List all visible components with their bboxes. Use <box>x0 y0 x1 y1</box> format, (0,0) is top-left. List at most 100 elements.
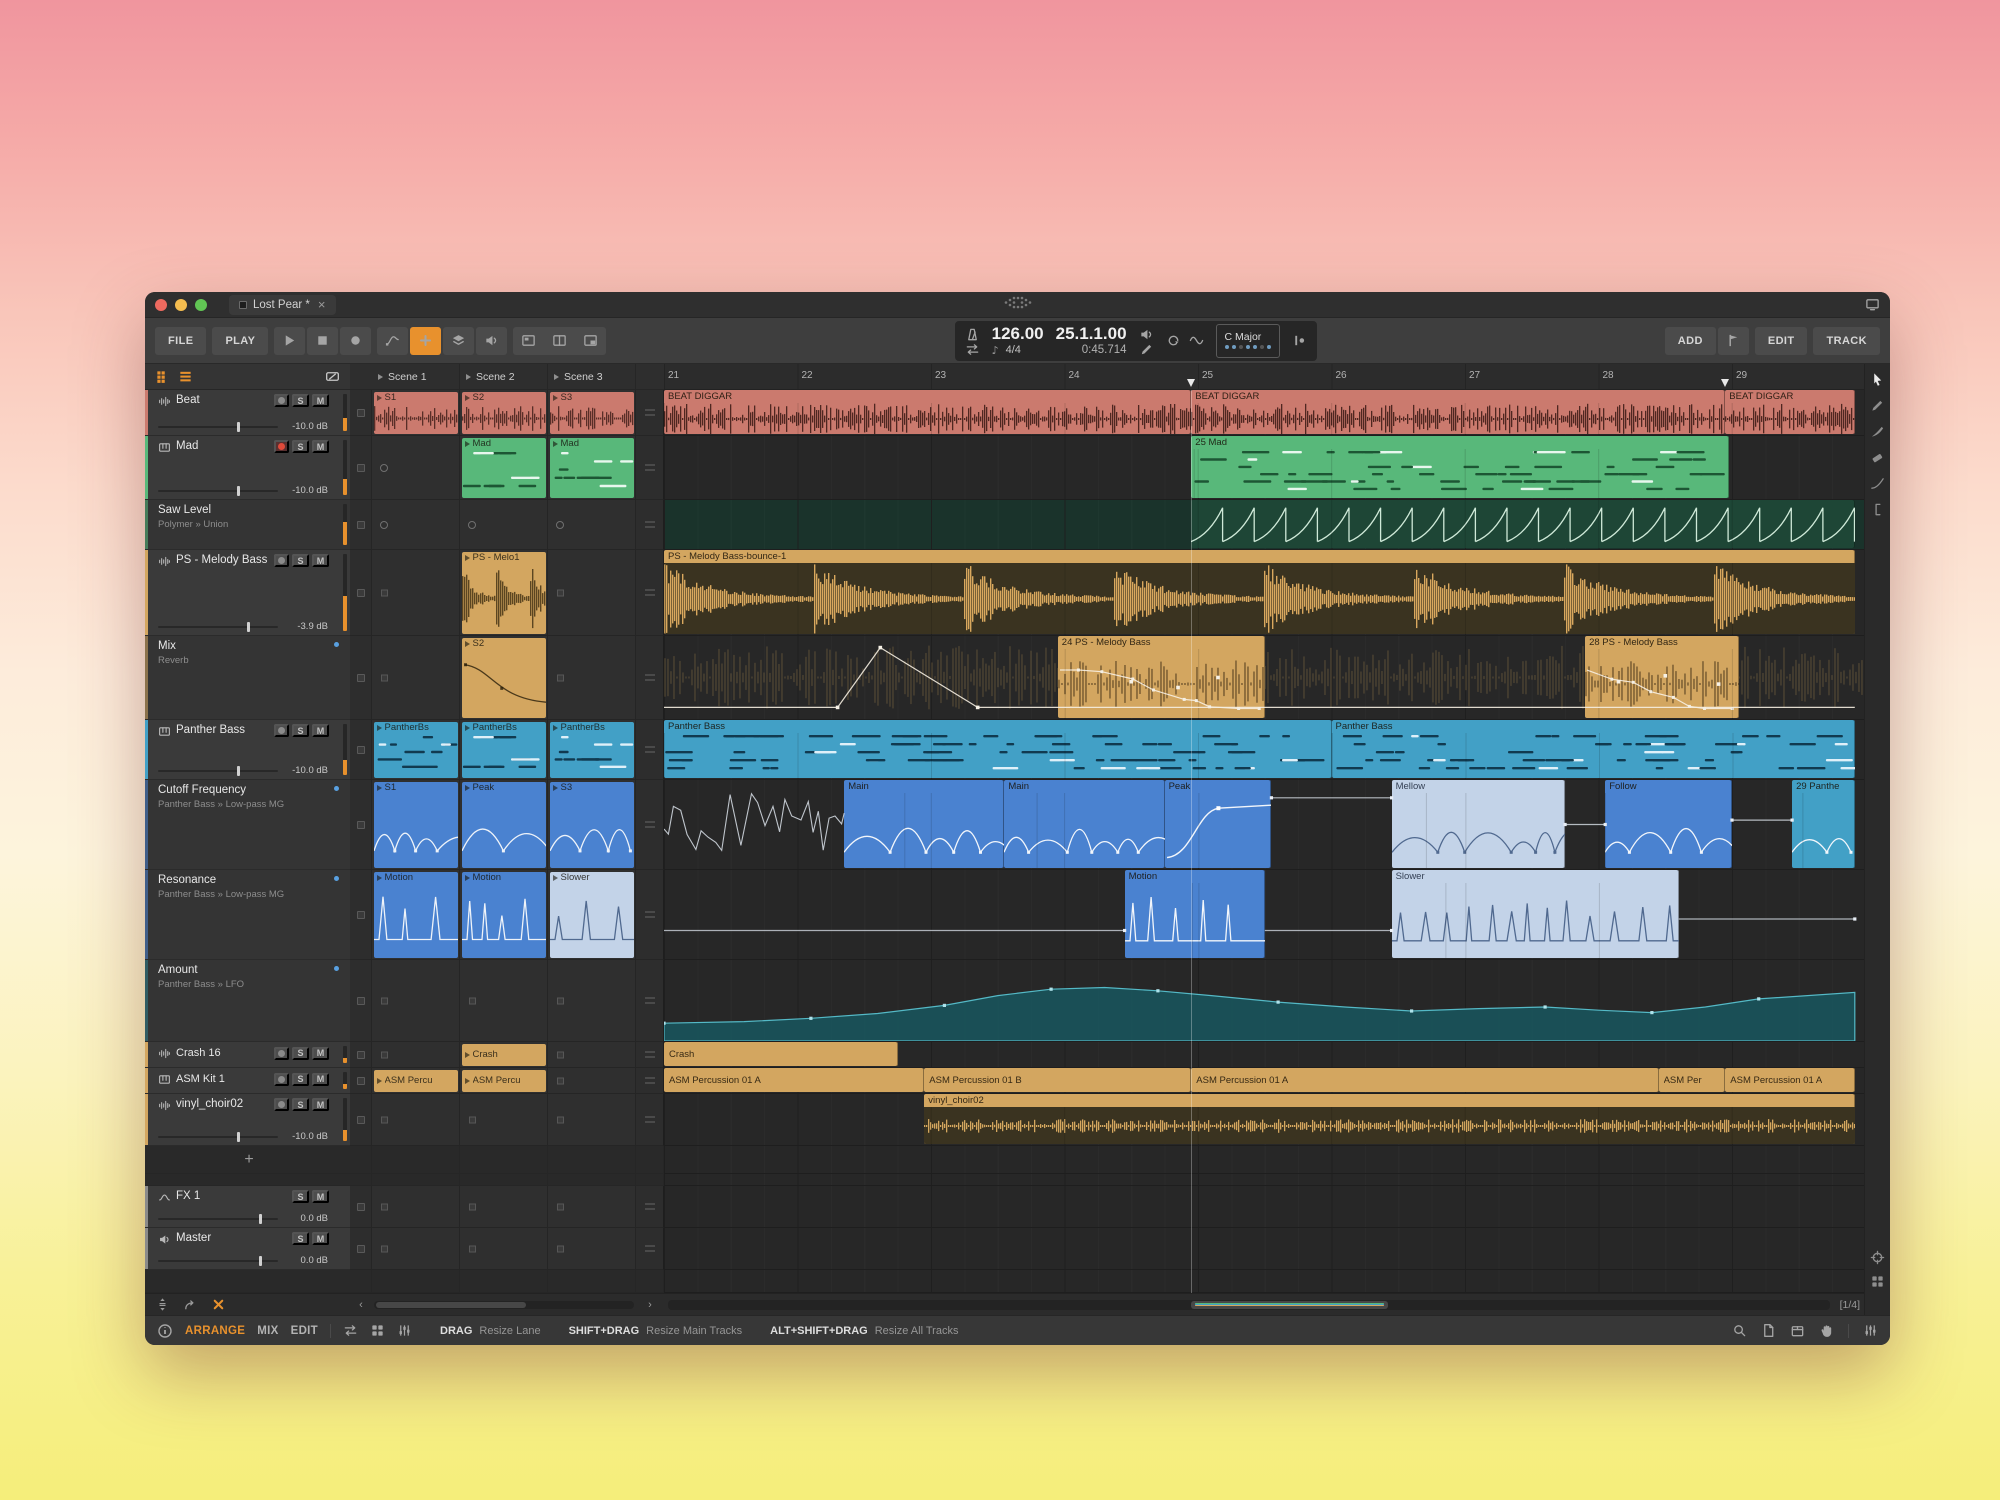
pip-view-button[interactable] <box>575 327 606 355</box>
arranger-clip-28-ps-melody-bass[interactable]: 28 PS - Melody Bass <box>1585 636 1739 718</box>
clip-slot[interactable] <box>372 1042 460 1068</box>
tab-mix[interactable]: MIX <box>257 1325 278 1337</box>
launcher-clip-mad[interactable]: Mad <box>550 438 634 498</box>
clip-slot[interactable] <box>372 960 460 1042</box>
clip-slot[interactable] <box>548 550 636 636</box>
clip-play-icon[interactable] <box>465 1052 470 1058</box>
scene-play-icon[interactable] <box>378 374 383 380</box>
layers-button[interactable] <box>443 327 474 355</box>
launcher-clip-s3[interactable]: S3 <box>550 392 634 434</box>
hand-icon[interactable] <box>1819 1323 1834 1338</box>
track-header-crash-16[interactable]: Crash 16SM <box>145 1042 350 1068</box>
stop-button[interactable] <box>307 327 338 355</box>
track-header-resonance[interactable]: ResonancePanther Bass » Low-pass MG <box>145 870 350 960</box>
scene-header-3[interactable]: Scene 3 <box>548 364 636 390</box>
arm-button[interactable] <box>274 440 289 453</box>
speaker-icon[interactable] <box>1139 327 1154 342</box>
arranger-clip-saw-level[interactable] <box>1191 500 1855 548</box>
solo-button[interactable]: S <box>292 1073 309 1086</box>
arranger-lane-crash-16[interactable]: Crash <box>664 1042 1864 1068</box>
automation-curve-button[interactable] <box>377 327 408 355</box>
clip-slot[interactable] <box>460 500 548 550</box>
volume-slider[interactable] <box>158 490 278 492</box>
arm-button[interactable] <box>274 1047 289 1060</box>
shuffle-icon[interactable] <box>965 342 980 357</box>
mute-button[interactable]: M <box>312 440 329 453</box>
arranger-lane-asm-kit-1[interactable]: ASM Percussion 01 AASM Percussion 01 BAS… <box>664 1068 1864 1094</box>
launcher-clip-s3[interactable]: S3 <box>550 782 634 868</box>
stop-clips-button[interactable] <box>357 1245 365 1253</box>
volume-slider[interactable] <box>158 626 278 628</box>
mute-button[interactable]: M <box>312 1098 329 1111</box>
count-in-icon[interactable] <box>1292 333 1307 348</box>
volume-slider[interactable] <box>158 1260 278 1262</box>
arm-button[interactable] <box>274 394 289 407</box>
track-header-add[interactable]: + <box>145 1146 350 1174</box>
scene-scrollbar-thumb[interactable] <box>376 1302 526 1308</box>
shuffle-icon[interactable] <box>343 1323 358 1338</box>
play-button[interactable] <box>274 327 305 355</box>
arm-button[interactable] <box>274 1073 289 1086</box>
clip-play-icon[interactable] <box>553 395 558 401</box>
position-display[interactable]: 25.1.1.00 0:45.714 <box>1056 324 1127 358</box>
arranger-lane-amount[interactable] <box>664 960 1864 1042</box>
maximize-window-button[interactable] <box>195 299 207 311</box>
key-display[interactable]: C Major <box>1216 324 1280 358</box>
launcher-clip-asm-percu[interactable]: ASM Percu <box>374 1070 458 1092</box>
volume-handle[interactable] <box>247 622 250 632</box>
mixer-icon[interactable] <box>1863 1323 1878 1338</box>
clip-play-icon[interactable] <box>553 441 558 447</box>
arranger-clip-vinyl-choir02[interactable]: vinyl_choir02 <box>924 1094 1855 1144</box>
stop-clips-button[interactable] <box>357 521 365 529</box>
track-header-amount[interactable]: AmountPanther Bass » LFO <box>145 960 350 1042</box>
tempo-display[interactable]: 126.00 ♪ 4/4 <box>992 324 1044 358</box>
launcher-clip-s2[interactable]: S2 <box>462 638 546 718</box>
clip-slot[interactable] <box>372 500 460 550</box>
add-button[interactable]: ADD <box>1665 327 1716 355</box>
scene-scroll-left[interactable]: ‹ <box>350 1299 372 1311</box>
pencil-icon[interactable] <box>1139 342 1154 357</box>
search-icon[interactable] <box>1732 1323 1747 1338</box>
track-header-spacer[interactable] <box>145 1174 350 1186</box>
project-tab[interactable]: Lost Pear * × <box>229 295 336 315</box>
arranger-lane-cutoff-frequency[interactable]: MainMainPeakMellowFollow29 Panthe <box>664 780 1864 870</box>
clip-play-icon[interactable] <box>465 1078 470 1084</box>
stop-clips-cell[interactable] <box>350 720 372 780</box>
track-header-asm-kit-1[interactable]: ASM Kit 1SM <box>145 1068 350 1094</box>
tab-arrange[interactable]: ARRANGE <box>185 1325 245 1337</box>
arranger-clip-asm-percussion-01-a[interactable]: ASM Percussion 01 A <box>1725 1068 1855 1092</box>
launcher-clip-mad[interactable]: Mad <box>462 438 546 498</box>
add-track-button[interactable]: + <box>244 1152 253 1168</box>
arranger-clip-slower[interactable]: Slower <box>1392 870 1679 958</box>
volume-slider[interactable] <box>158 770 278 772</box>
stop-clips-button[interactable] <box>357 1116 365 1124</box>
tempo-value[interactable]: 126.00 <box>992 325 1044 342</box>
arranger-clip-asm-percussion-01-a[interactable]: ASM Percussion 01 A <box>664 1068 924 1092</box>
track-header-fx-1[interactable]: FX 1SM0.0 dB <box>145 1186 350 1228</box>
time-value[interactable]: 0:45.714 <box>1082 344 1127 356</box>
solo-button[interactable]: S <box>292 394 309 407</box>
position-value[interactable]: 25.1.1.00 <box>1056 325 1127 342</box>
clip-slot[interactable] <box>548 500 636 550</box>
arranger-clip-beat-diggar[interactable]: BEAT DIGGAR <box>664 390 1191 434</box>
clip-play-icon[interactable] <box>377 875 382 881</box>
punch-marker-button[interactable] <box>1718 327 1749 355</box>
stop-clips-cell[interactable] <box>350 1068 372 1094</box>
arranger-clip-asm-per[interactable]: ASM Per <box>1659 1068 1726 1092</box>
volume-handle[interactable] <box>237 766 240 776</box>
clip-play-icon[interactable] <box>377 785 382 791</box>
file-icon[interactable] <box>1761 1323 1776 1338</box>
clip-slot[interactable]: S3 <box>548 390 636 436</box>
clip-play-icon[interactable] <box>465 725 470 731</box>
stop-clips-button[interactable] <box>357 821 365 829</box>
volume-handle[interactable] <box>259 1214 262 1224</box>
stop-clips-cell[interactable] <box>350 780 372 870</box>
loop-icon[interactable] <box>1166 333 1181 348</box>
clip-slot[interactable] <box>548 1042 636 1068</box>
arm-button[interactable] <box>274 1098 289 1111</box>
close-window-button[interactable] <box>155 299 167 311</box>
arranger-clip-crash[interactable]: Crash <box>664 1042 898 1066</box>
clip-slot[interactable]: Mad <box>460 436 548 500</box>
clip-slot[interactable] <box>372 436 460 500</box>
arranger-scrollbar-thumb[interactable] <box>1191 1301 1388 1309</box>
